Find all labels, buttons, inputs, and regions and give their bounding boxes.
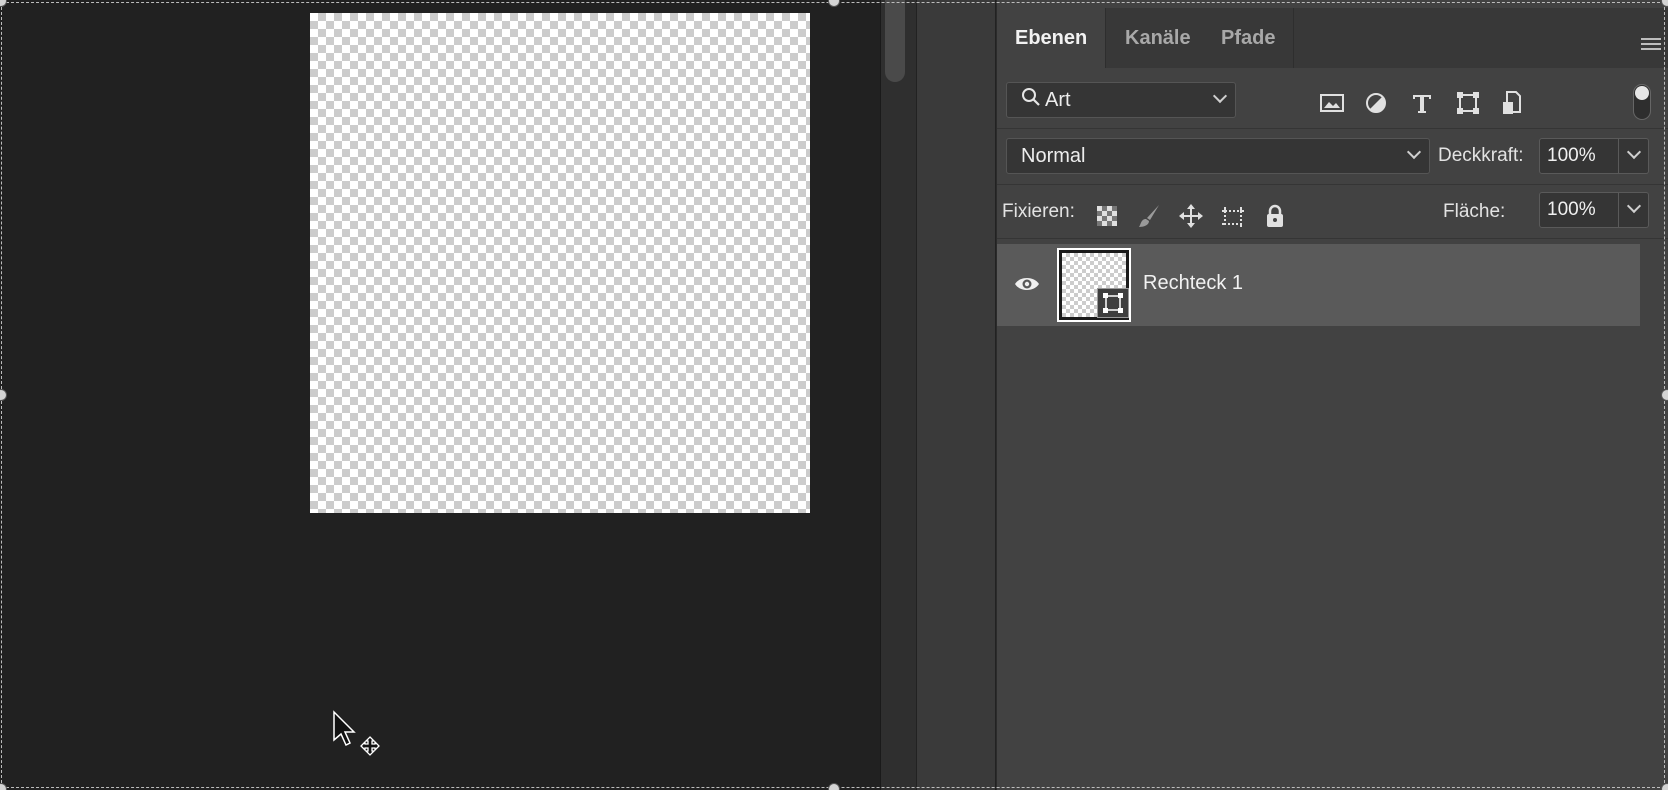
collapsed-panel-column <box>916 0 996 790</box>
layers-panel: Ebenen Kanäle Pfade Art Normal Deckkraft… <box>996 0 1668 790</box>
divider <box>997 128 1668 129</box>
fill-dropdown-button[interactable] <box>1619 192 1649 228</box>
lock-transparency-icon[interactable] <box>1093 202 1121 230</box>
opacity-input[interactable]: 100% <box>1539 138 1619 174</box>
lock-label: Fixieren: <box>1002 201 1075 222</box>
layer-name[interactable]: Rechteck 1 <box>1143 272 1243 295</box>
lock-position-move-icon[interactable] <box>1177 202 1205 230</box>
layer-row[interactable]: Rechteck 1 <box>997 244 1640 326</box>
document-canvas[interactable] <box>310 13 810 513</box>
blend-mode-dropdown[interactable]: Normal <box>1006 138 1430 174</box>
panel-scrollbar-track[interactable] <box>1640 244 1668 790</box>
adjustment-filter-icon[interactable] <box>1361 88 1391 118</box>
tab-pfade[interactable]: Pfade <box>1203 8 1295 68</box>
blend-mode-value: Normal <box>1021 145 1086 167</box>
lock-artboard-icon[interactable] <box>1219 202 1247 230</box>
shape-filter-icon[interactable] <box>1453 88 1483 118</box>
shape-layer-badge-icon <box>1097 288 1129 318</box>
canvas-area[interactable] <box>0 0 880 790</box>
fill-label: Fläche: <box>1443 201 1506 222</box>
type-filter-icon[interactable] <box>1407 88 1437 118</box>
lock-all-icon[interactable] <box>1261 202 1289 230</box>
tab-kanaele[interactable]: Kanäle <box>1107 8 1210 68</box>
move-cursor-icon <box>332 710 382 765</box>
divider <box>997 238 1668 239</box>
filter-kind-dropdown[interactable]: Art <box>1006 82 1236 118</box>
opacity-dropdown-button[interactable] <box>1619 138 1649 174</box>
filter-toggle-switch[interactable] <box>1633 84 1651 120</box>
transform-handle-bottom-right[interactable] <box>1661 783 1668 790</box>
image-filter-icon[interactable] <box>1317 88 1347 118</box>
panel-menu-icon[interactable] <box>1641 38 1661 52</box>
opacity-label: Deckkraft: <box>1438 145 1524 166</box>
tab-ebenen[interactable]: Ebenen <box>997 8 1107 68</box>
smart-object-filter-icon[interactable] <box>1497 88 1527 118</box>
lock-pixels-brush-icon[interactable] <box>1135 202 1163 230</box>
filter-kind-label: Art <box>1045 89 1071 111</box>
search-icon <box>1021 84 1041 118</box>
eye-visibility-icon[interactable] <box>1013 274 1041 294</box>
transform-handle-middle-right[interactable] <box>1661 389 1668 401</box>
fill-input[interactable]: 100% <box>1539 192 1619 228</box>
panel-tab-bar: Ebenen Kanäle Pfade <box>997 8 1668 68</box>
divider <box>997 184 1668 185</box>
canvas-scrollbar-thumb[interactable] <box>885 0 905 82</box>
dock-gutter <box>880 0 916 790</box>
transform-handle-bottom-middle[interactable] <box>828 783 840 790</box>
